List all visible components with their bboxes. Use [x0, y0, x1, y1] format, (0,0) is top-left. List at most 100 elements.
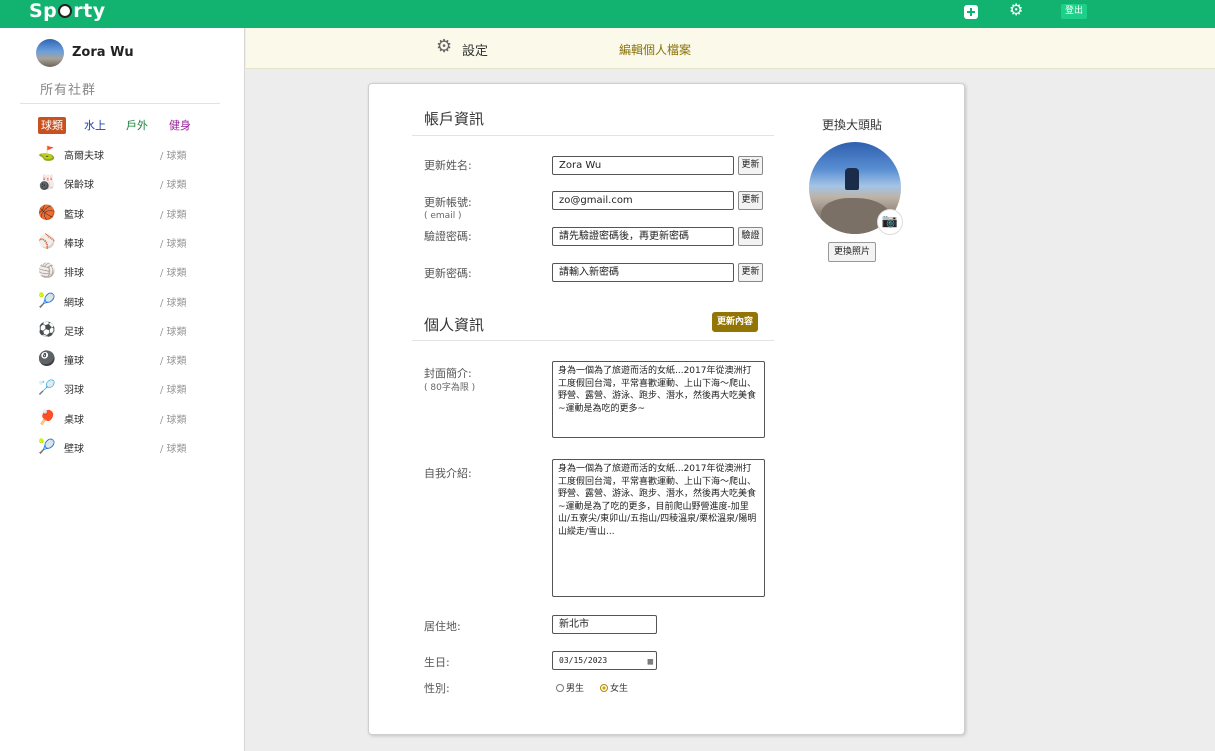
cover-intro-sub-label: ( 80字為限 ) — [424, 383, 476, 393]
sport-item[interactable]: ⚾ 棒球 / 球類 — [38, 233, 198, 251]
self-intro-textarea[interactable]: 身為一個為了旅遊而活的女紙...2017年從澳洲打工度假回台灣，平常喜歡運動、上… — [552, 459, 765, 597]
all-groups-link[interactable]: 所有社群 — [40, 79, 96, 98]
soccer-ball-logo-icon — [58, 4, 73, 18]
sport-name: 桌球 — [64, 414, 84, 426]
tennis-icon: 🎾 — [38, 292, 56, 309]
update-content-button[interactable]: 更新內容 — [712, 312, 759, 332]
settings-gear-icon[interactable]: ⚙ — [436, 37, 452, 57]
sport-name: 棒球 — [64, 238, 84, 250]
radio-unselected-icon — [556, 684, 564, 692]
squash-icon: 🎾 — [38, 439, 56, 455]
verify-password-label: 驗證密碼: — [424, 230, 472, 243]
sport-item[interactable]: 🎾 壁球 / 球類 — [38, 438, 198, 456]
sport-name: 網球 — [64, 297, 84, 309]
sport-category-tag: / 球類 — [160, 326, 187, 338]
birthday-input[interactable]: 03/15/2023 ▦ — [552, 651, 657, 670]
baseball-icon: ⚾ — [38, 233, 56, 250]
sport-category-tag: / 球類 — [160, 385, 187, 397]
sport-item[interactable]: 🏸 羽球 / 球類 — [38, 379, 198, 397]
verify-password-input[interactable]: 請先驗證密碼後，再更新密碼 — [552, 227, 734, 246]
email-input[interactable]: zo@gmail.com — [552, 191, 734, 210]
sport-item[interactable]: 🏓 桌球 / 球類 — [38, 409, 198, 427]
update-password-button[interactable]: 更新 — [738, 263, 763, 282]
category-tab-water[interactable]: 水上 — [84, 117, 106, 134]
top-bar: Sp rty ⚙ 登出 — [0, 0, 1215, 28]
sport-category-tag: / 球類 — [160, 297, 187, 309]
basketball-icon: 🏀 — [38, 204, 56, 221]
personal-section-title: 個人資訊 — [424, 316, 485, 334]
sport-category-tag: / 球類 — [160, 414, 187, 426]
residence-input[interactable]: 新北市 — [552, 615, 657, 634]
sport-name: 壁球 — [64, 444, 84, 455]
settings-card: 帳戶資訊 更新姓名: Zora Wu 更新 更新帳號: ( email ) zo… — [368, 83, 965, 735]
sidebar: Zora Wu 所有社群 球類 水上 戶外 健身 ⛳ 高爾夫球 / 球類 🎳 保齡球 / … — [0, 28, 245, 751]
category-tab-ball[interactable]: 球類 — [38, 117, 66, 134]
logout-button[interactable]: 登出 — [1061, 4, 1088, 19]
divider — [412, 340, 774, 341]
gender-male-radio[interactable]: 男生 — [556, 681, 584, 694]
sport-name: 足球 — [64, 326, 84, 338]
avatar[interactable] — [36, 39, 64, 67]
category-tab-fitness[interactable]: 健身 — [169, 117, 191, 134]
sport-name: 籃球 — [64, 209, 84, 221]
birthday-label: 生日: — [424, 656, 450, 669]
residence-label: 居住地: — [424, 620, 461, 633]
sport-item[interactable]: 🎳 保齡球 / 球類 — [38, 174, 198, 192]
volleyball-icon: 🏐 — [38, 263, 56, 280]
calendar-icon[interactable]: ▦ — [648, 654, 653, 669]
sporty-logo[interactable]: Sp rty — [29, 0, 106, 22]
name-input[interactable]: Zora Wu — [552, 156, 734, 175]
divider — [20, 103, 220, 104]
billiards-icon: 🎱 — [38, 351, 56, 368]
sport-category-tag: / 球類 — [160, 356, 187, 368]
divider — [412, 135, 774, 136]
ping-pong-icon: 🏓 — [38, 409, 56, 426]
sport-category-tag: / 球類 — [160, 268, 187, 280]
verify-button[interactable]: 驗證 — [738, 227, 763, 246]
sport-name: 羽球 — [64, 385, 84, 397]
sport-item[interactable]: ⚽ 足球 / 球類 — [38, 321, 198, 339]
cover-intro-textarea[interactable]: 身為一個為了旅遊而活的女紙...2017年從澳洲打工度假回台灣，平常喜歡運動、上… — [552, 361, 765, 438]
sport-category-tag: / 球類 — [160, 238, 187, 250]
account-section-title: 帳戶資訊 — [424, 110, 485, 128]
category-tab-outdoor[interactable]: 戶外 — [126, 117, 148, 134]
sport-name: 撞球 — [64, 356, 84, 368]
edit-profile-link[interactable]: 編輯個人檔案 — [619, 41, 691, 58]
sub-navigation: ⚙ 設定 編輯個人檔案 — [246, 28, 1215, 69]
account-label: 更新帳號: — [424, 196, 472, 209]
radio-selected-icon — [600, 684, 608, 692]
sport-name: 保齡球 — [64, 180, 94, 192]
cover-intro-label: 封面簡介: — [424, 367, 472, 380]
new-password-input[interactable]: 請輸入新密碼 — [552, 263, 734, 282]
update-name-button[interactable]: 更新 — [738, 156, 763, 175]
name-label: 更新姓名: — [424, 159, 472, 172]
bowling-icon: 🎳 — [38, 175, 56, 192]
sport-category-tag: / 球類 — [160, 209, 187, 221]
update-account-button[interactable]: 更新 — [738, 191, 763, 210]
sport-item[interactable]: 🏐 排球 / 球類 — [38, 262, 198, 280]
sport-category-tag: / 球類 — [160, 151, 187, 162]
gender-label: 性別: — [424, 682, 450, 695]
sport-name: 排球 — [64, 268, 84, 280]
change-avatar-title: 更換大頭貼 — [822, 118, 883, 132]
soccer-icon: ⚽ — [38, 321, 56, 338]
gear-icon[interactable]: ⚙ — [1009, 2, 1023, 18]
sport-category-tag: / 球類 — [160, 180, 187, 192]
password-label: 更新密碼: — [424, 267, 472, 280]
sport-item[interactable]: 🏀 籃球 / 球類 — [38, 204, 198, 222]
user-name: Zora Wu — [72, 45, 134, 60]
sport-name: 高爾夫球 — [64, 151, 104, 162]
sport-item[interactable]: ⛳ 高爾夫球 / 球類 — [38, 145, 198, 163]
camera-icon[interactable]: 📷 — [877, 209, 903, 235]
add-icon[interactable] — [964, 5, 978, 19]
badminton-icon: 🏸 — [38, 380, 56, 397]
sport-item[interactable]: 🎾 網球 / 球類 — [38, 292, 198, 310]
account-sub-label: ( email ) — [424, 211, 462, 221]
settings-link[interactable]: 設定 — [462, 40, 488, 59]
golf-icon: ⛳ — [38, 146, 56, 162]
gender-female-radio[interactable]: 女生 — [600, 681, 628, 694]
self-intro-label: 自我介紹: — [424, 467, 472, 480]
sport-category-tag: / 球類 — [160, 444, 187, 455]
sport-item[interactable]: 🎱 撞球 / 球類 — [38, 350, 198, 368]
change-photo-button[interactable]: 更換照片 — [828, 242, 877, 262]
